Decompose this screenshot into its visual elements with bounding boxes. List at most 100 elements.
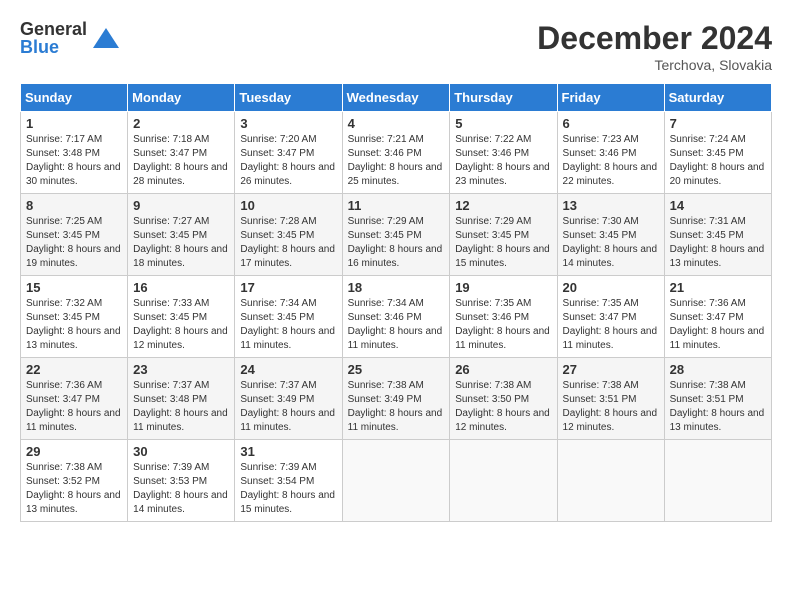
calendar-week-row: 8 Sunrise: 7:25 AMSunset: 3:45 PMDayligh… (21, 194, 772, 276)
day-info: Sunrise: 7:29 AMSunset: 3:45 PMDaylight:… (455, 216, 550, 269)
logo-blue-text: Blue (20, 38, 87, 56)
calendar-cell: 9 Sunrise: 7:27 AMSunset: 3:45 PMDayligh… (128, 194, 235, 276)
day-info: Sunrise: 7:37 AMSunset: 3:48 PMDaylight:… (133, 380, 228, 433)
subtitle: Terchova, Slovakia (537, 57, 772, 73)
calendar-cell: 24 Sunrise: 7:37 AMSunset: 3:49 PMDaylig… (235, 358, 342, 440)
calendar-week-row: 22 Sunrise: 7:36 AMSunset: 3:47 PMDaylig… (21, 358, 772, 440)
day-number: 4 (348, 116, 445, 131)
logo-icon (91, 23, 121, 53)
calendar-cell: 10 Sunrise: 7:28 AMSunset: 3:45 PMDaylig… (235, 194, 342, 276)
day-number: 30 (133, 444, 229, 459)
title-area: December 2024 Terchova, Slovakia (537, 20, 772, 73)
calendar-cell: 6 Sunrise: 7:23 AMSunset: 3:46 PMDayligh… (557, 112, 664, 194)
day-info: Sunrise: 7:18 AMSunset: 3:47 PMDaylight:… (133, 134, 228, 187)
day-info: Sunrise: 7:33 AMSunset: 3:45 PMDaylight:… (133, 298, 228, 351)
calendar-cell: 14 Sunrise: 7:31 AMSunset: 3:45 PMDaylig… (664, 194, 771, 276)
day-number: 13 (563, 198, 659, 213)
calendar-cell (664, 440, 771, 522)
day-info: Sunrise: 7:24 AMSunset: 3:45 PMDaylight:… (670, 134, 765, 187)
calendar-cell: 3 Sunrise: 7:20 AMSunset: 3:47 PMDayligh… (235, 112, 342, 194)
day-number: 27 (563, 362, 659, 377)
calendar-cell: 27 Sunrise: 7:38 AMSunset: 3:51 PMDaylig… (557, 358, 664, 440)
day-number: 22 (26, 362, 122, 377)
day-number: 23 (133, 362, 229, 377)
day-number: 21 (670, 280, 766, 295)
header-monday: Monday (128, 84, 235, 112)
calendar-cell: 2 Sunrise: 7:18 AMSunset: 3:47 PMDayligh… (128, 112, 235, 194)
day-info: Sunrise: 7:28 AMSunset: 3:45 PMDaylight:… (240, 216, 335, 269)
calendar-cell: 19 Sunrise: 7:35 AMSunset: 3:46 PMDaylig… (450, 276, 557, 358)
day-info: Sunrise: 7:38 AMSunset: 3:50 PMDaylight:… (455, 380, 550, 433)
calendar-cell: 15 Sunrise: 7:32 AMSunset: 3:45 PMDaylig… (21, 276, 128, 358)
day-number: 2 (133, 116, 229, 131)
day-number: 18 (348, 280, 445, 295)
day-number: 17 (240, 280, 336, 295)
calendar-cell: 25 Sunrise: 7:38 AMSunset: 3:49 PMDaylig… (342, 358, 450, 440)
calendar-cell: 16 Sunrise: 7:33 AMSunset: 3:45 PMDaylig… (128, 276, 235, 358)
calendar-header-row: SundayMondayTuesdayWednesdayThursdayFrid… (21, 84, 772, 112)
header-thursday: Thursday (450, 84, 557, 112)
day-number: 25 (348, 362, 445, 377)
calendar-cell: 7 Sunrise: 7:24 AMSunset: 3:45 PMDayligh… (664, 112, 771, 194)
day-number: 16 (133, 280, 229, 295)
calendar-week-row: 15 Sunrise: 7:32 AMSunset: 3:45 PMDaylig… (21, 276, 772, 358)
day-info: Sunrise: 7:21 AMSunset: 3:46 PMDaylight:… (348, 134, 443, 187)
calendar-cell: 13 Sunrise: 7:30 AMSunset: 3:45 PMDaylig… (557, 194, 664, 276)
calendar-cell (342, 440, 450, 522)
calendar-cell: 17 Sunrise: 7:34 AMSunset: 3:45 PMDaylig… (235, 276, 342, 358)
day-number: 8 (26, 198, 122, 213)
calendar-cell: 8 Sunrise: 7:25 AMSunset: 3:45 PMDayligh… (21, 194, 128, 276)
header-sunday: Sunday (21, 84, 128, 112)
day-info: Sunrise: 7:38 AMSunset: 3:49 PMDaylight:… (348, 380, 443, 433)
day-number: 24 (240, 362, 336, 377)
calendar-cell (450, 440, 557, 522)
day-number: 31 (240, 444, 336, 459)
day-number: 3 (240, 116, 336, 131)
header-tuesday: Tuesday (235, 84, 342, 112)
calendar-cell: 28 Sunrise: 7:38 AMSunset: 3:51 PMDaylig… (664, 358, 771, 440)
calendar-cell: 31 Sunrise: 7:39 AMSunset: 3:54 PMDaylig… (235, 440, 342, 522)
day-number: 6 (563, 116, 659, 131)
day-info: Sunrise: 7:38 AMSunset: 3:51 PMDaylight:… (670, 380, 765, 433)
calendar-cell: 11 Sunrise: 7:29 AMSunset: 3:45 PMDaylig… (342, 194, 450, 276)
calendar-cell: 20 Sunrise: 7:35 AMSunset: 3:47 PMDaylig… (557, 276, 664, 358)
day-info: Sunrise: 7:32 AMSunset: 3:45 PMDaylight:… (26, 298, 121, 351)
calendar-cell: 26 Sunrise: 7:38 AMSunset: 3:50 PMDaylig… (450, 358, 557, 440)
calendar-cell: 30 Sunrise: 7:39 AMSunset: 3:53 PMDaylig… (128, 440, 235, 522)
day-info: Sunrise: 7:39 AMSunset: 3:53 PMDaylight:… (133, 462, 228, 515)
header: General Blue December 2024 Terchova, Slo… (20, 20, 772, 73)
header-friday: Friday (557, 84, 664, 112)
day-info: Sunrise: 7:39 AMSunset: 3:54 PMDaylight:… (240, 462, 335, 515)
day-info: Sunrise: 7:31 AMSunset: 3:45 PMDaylight:… (670, 216, 765, 269)
day-info: Sunrise: 7:36 AMSunset: 3:47 PMDaylight:… (670, 298, 765, 351)
day-number: 10 (240, 198, 336, 213)
calendar-cell: 18 Sunrise: 7:34 AMSunset: 3:46 PMDaylig… (342, 276, 450, 358)
day-number: 11 (348, 198, 445, 213)
day-number: 12 (455, 198, 551, 213)
calendar-cell: 23 Sunrise: 7:37 AMSunset: 3:48 PMDaylig… (128, 358, 235, 440)
month-title: December 2024 (537, 20, 772, 57)
day-number: 7 (670, 116, 766, 131)
day-info: Sunrise: 7:30 AMSunset: 3:45 PMDaylight:… (563, 216, 658, 269)
header-saturday: Saturday (664, 84, 771, 112)
day-info: Sunrise: 7:38 AMSunset: 3:51 PMDaylight:… (563, 380, 658, 433)
logo-general-text: General (20, 20, 87, 38)
day-number: 28 (670, 362, 766, 377)
day-info: Sunrise: 7:25 AMSunset: 3:45 PMDaylight:… (26, 216, 121, 269)
logo: General Blue (20, 20, 121, 56)
day-number: 1 (26, 116, 122, 131)
calendar-cell: 22 Sunrise: 7:36 AMSunset: 3:47 PMDaylig… (21, 358, 128, 440)
calendar-cell: 12 Sunrise: 7:29 AMSunset: 3:45 PMDaylig… (450, 194, 557, 276)
header-wednesday: Wednesday (342, 84, 450, 112)
calendar-cell (557, 440, 664, 522)
day-number: 15 (26, 280, 122, 295)
day-number: 5 (455, 116, 551, 131)
calendar-week-row: 1 Sunrise: 7:17 AMSunset: 3:48 PMDayligh… (21, 112, 772, 194)
day-info: Sunrise: 7:34 AMSunset: 3:46 PMDaylight:… (348, 298, 443, 351)
day-info: Sunrise: 7:29 AMSunset: 3:45 PMDaylight:… (348, 216, 443, 269)
calendar-cell: 21 Sunrise: 7:36 AMSunset: 3:47 PMDaylig… (664, 276, 771, 358)
calendar-cell: 4 Sunrise: 7:21 AMSunset: 3:46 PMDayligh… (342, 112, 450, 194)
day-info: Sunrise: 7:36 AMSunset: 3:47 PMDaylight:… (26, 380, 121, 433)
calendar-cell: 29 Sunrise: 7:38 AMSunset: 3:52 PMDaylig… (21, 440, 128, 522)
day-info: Sunrise: 7:38 AMSunset: 3:52 PMDaylight:… (26, 462, 121, 515)
